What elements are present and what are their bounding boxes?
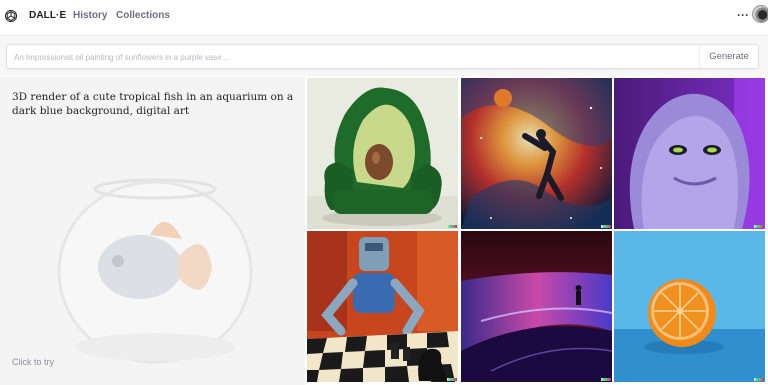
robot-chess-image[interactable] <box>307 231 458 382</box>
purple-monster-image[interactable] <box>614 78 765 229</box>
example-showcase[interactable]: 3D render of a cute tropical fish in an … <box>0 77 305 385</box>
watermark-signature <box>601 378 611 381</box>
example-prompt-text[interactable]: 3D render of a cute tropical fish in an … <box>12 90 297 118</box>
nav-history-link[interactable]: History <box>73 10 107 21</box>
nav-collections-link[interactable]: Collections <box>116 10 170 21</box>
purple-monster-illustration <box>614 78 765 229</box>
openai-logo-icon[interactable] <box>4 9 18 23</box>
silhouette-dunes-image[interactable] <box>461 231 612 382</box>
silhouette-dunes-illustration <box>461 231 612 382</box>
click-to-try-label: Click to try <box>12 357 55 367</box>
top-nav: DALL·E History Collections ··· <box>0 0 768 36</box>
prompt-input[interactable] <box>14 50 694 64</box>
orange-half-illustration <box>614 231 765 382</box>
generate-button[interactable]: Generate <box>700 45 758 68</box>
robot-chess-illustration <box>307 231 458 382</box>
watermark-signature <box>447 378 457 381</box>
more-options-icon[interactable]: ··· <box>737 8 749 22</box>
cosmic-basketball-illustration <box>461 78 612 229</box>
cosmic-basketball-image[interactable] <box>461 78 612 229</box>
fishbowl-preview-image <box>57 178 253 364</box>
watermark-signature <box>754 378 764 381</box>
orange-half-image[interactable] <box>614 231 765 382</box>
watermark-signature <box>601 225 611 228</box>
avocado-armchair-image[interactable] <box>307 78 458 229</box>
watermark-signature <box>754 225 764 228</box>
brand-name[interactable]: DALL·E <box>29 10 66 21</box>
watermark-signature <box>447 225 457 228</box>
user-avatar[interactable] <box>752 5 768 23</box>
avocado-chair-illustration <box>307 78 458 229</box>
prompt-bar: Generate <box>6 44 759 69</box>
